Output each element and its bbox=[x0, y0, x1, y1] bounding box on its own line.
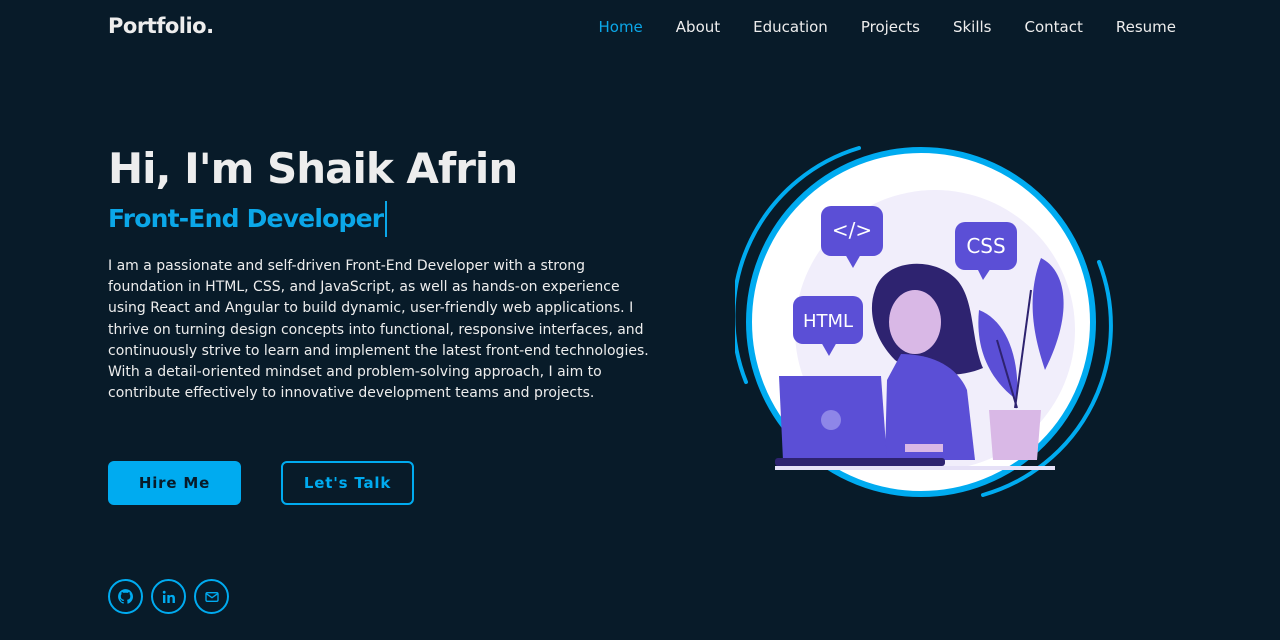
hire-me-button[interactable]: Hire Me bbox=[108, 461, 241, 505]
nav-home[interactable]: Home bbox=[598, 18, 642, 36]
hero-description: I am a passionate and self-driven Front-… bbox=[108, 258, 649, 402]
logo[interactable]: Portfolio. bbox=[108, 14, 214, 38]
nav-projects[interactable]: Projects bbox=[861, 18, 920, 36]
site-header: Portfolio. Home About Education Projects… bbox=[0, 0, 1280, 56]
hero-illustration: </> CSS HTML bbox=[735, 146, 1113, 497]
social-links bbox=[108, 579, 229, 614]
linkedin-icon bbox=[162, 590, 175, 603]
github-link[interactable] bbox=[108, 579, 143, 614]
mail-link[interactable] bbox=[194, 579, 229, 614]
main-nav: Home About Education Projects Skills Con… bbox=[598, 18, 1176, 36]
lets-talk-button[interactable]: Let's Talk bbox=[281, 461, 414, 505]
nav-skills[interactable]: Skills bbox=[953, 18, 992, 36]
css-bubble-text: CSS bbox=[966, 234, 1005, 258]
nav-contact[interactable]: Contact bbox=[1025, 18, 1083, 36]
nav-about[interactable]: About bbox=[676, 18, 720, 36]
linkedin-link[interactable] bbox=[151, 579, 186, 614]
nav-education[interactable]: Education bbox=[753, 18, 828, 36]
code-bubble-text: </> bbox=[832, 218, 872, 242]
hero-title: Hi, I'm Shaik Afrin bbox=[108, 144, 518, 193]
nav-resume[interactable]: Resume bbox=[1116, 18, 1176, 36]
github-icon bbox=[118, 589, 134, 604]
mail-icon bbox=[204, 591, 219, 602]
hero-subtitle: Front-End Developer bbox=[108, 201, 388, 237]
html-bubble-text: HTML bbox=[803, 311, 853, 332]
